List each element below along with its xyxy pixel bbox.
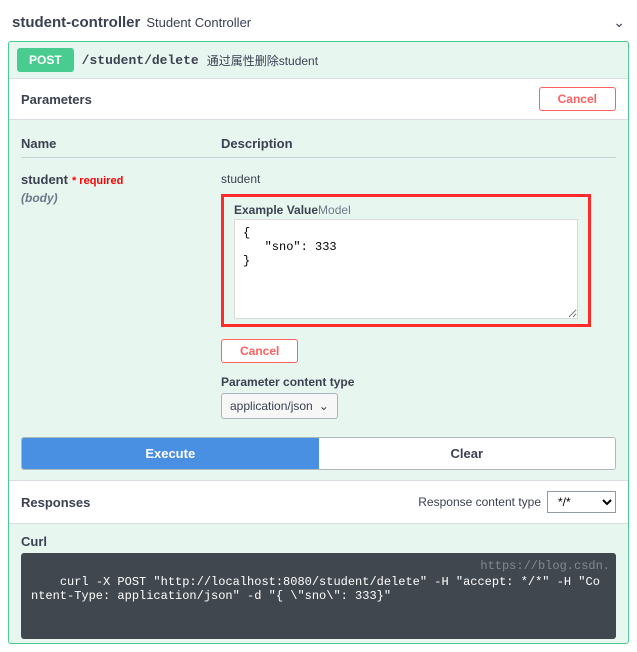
curl-output: curl -X POST "http://localhost:8080/stud… bbox=[21, 553, 616, 639]
col-desc: Description bbox=[221, 136, 616, 151]
curl-command: curl -X POST "http://localhost:8080/stud… bbox=[31, 575, 600, 603]
response-content-type-label: Response content type bbox=[418, 495, 541, 509]
cancel-button[interactable]: Cancel bbox=[539, 87, 616, 111]
parameters-title: Parameters bbox=[21, 92, 92, 107]
param-name-cell: student * required (body) bbox=[21, 172, 221, 419]
responses-title: Responses bbox=[21, 495, 90, 510]
controller-desc: Student Controller bbox=[146, 15, 251, 30]
chevron-down-icon[interactable]: ⌄ bbox=[613, 14, 625, 31]
param-desc: student bbox=[221, 172, 616, 186]
required-badge: * required bbox=[72, 175, 123, 187]
clear-button[interactable]: Clear bbox=[319, 438, 616, 469]
model-tabs: Example ValueModel bbox=[234, 203, 578, 217]
execute-button[interactable]: Execute bbox=[22, 438, 319, 469]
table-header: Name Description bbox=[21, 130, 616, 158]
cancel-body-button[interactable]: Cancel bbox=[221, 339, 298, 363]
param-content-type-select[interactable]: application/json ⌄ bbox=[221, 393, 338, 419]
param-content-type-label: Parameter content type bbox=[221, 375, 616, 389]
curl-title: Curl bbox=[9, 524, 628, 553]
param-content-type-value: application/json bbox=[230, 399, 313, 413]
param-type: (body) bbox=[21, 191, 221, 205]
param-desc-cell: student Example ValueModel Cancel Parame… bbox=[221, 172, 616, 419]
col-name: Name bbox=[21, 136, 221, 151]
operation-block: POST /student/delete 通过属性删除student Param… bbox=[8, 41, 629, 644]
parameters-bar: Parameters Cancel bbox=[9, 78, 628, 120]
tab-model[interactable]: Model bbox=[318, 203, 351, 217]
operation-header[interactable]: POST /student/delete 通过属性删除student bbox=[9, 42, 628, 78]
endpoint-summary: 通过属性删除student bbox=[207, 52, 318, 69]
response-content-type: Response content type */* bbox=[418, 491, 616, 513]
responses-bar: Responses Response content type */* bbox=[9, 480, 628, 524]
endpoint-path: /student/delete bbox=[82, 53, 199, 68]
watermark: https://blog.csdn. bbox=[480, 559, 610, 573]
parameters-body: Name Description student * required (body… bbox=[9, 120, 628, 433]
action-button-row: Execute Clear bbox=[21, 437, 616, 470]
param-name: student bbox=[21, 172, 68, 187]
controller-header[interactable]: student-controller Student Controller ⌄ bbox=[8, 8, 629, 41]
response-content-type-select[interactable]: */* bbox=[547, 491, 616, 513]
table-row: student * required (body) student Example… bbox=[21, 166, 616, 419]
tab-example-value[interactable]: Example Value bbox=[234, 203, 318, 217]
http-method-badge: POST bbox=[17, 48, 74, 72]
body-textarea[interactable] bbox=[234, 219, 578, 319]
chevron-down-icon: ⌄ bbox=[319, 399, 329, 413]
controller-name: student-controller bbox=[12, 14, 140, 31]
example-value-box: Example ValueModel bbox=[221, 194, 591, 327]
